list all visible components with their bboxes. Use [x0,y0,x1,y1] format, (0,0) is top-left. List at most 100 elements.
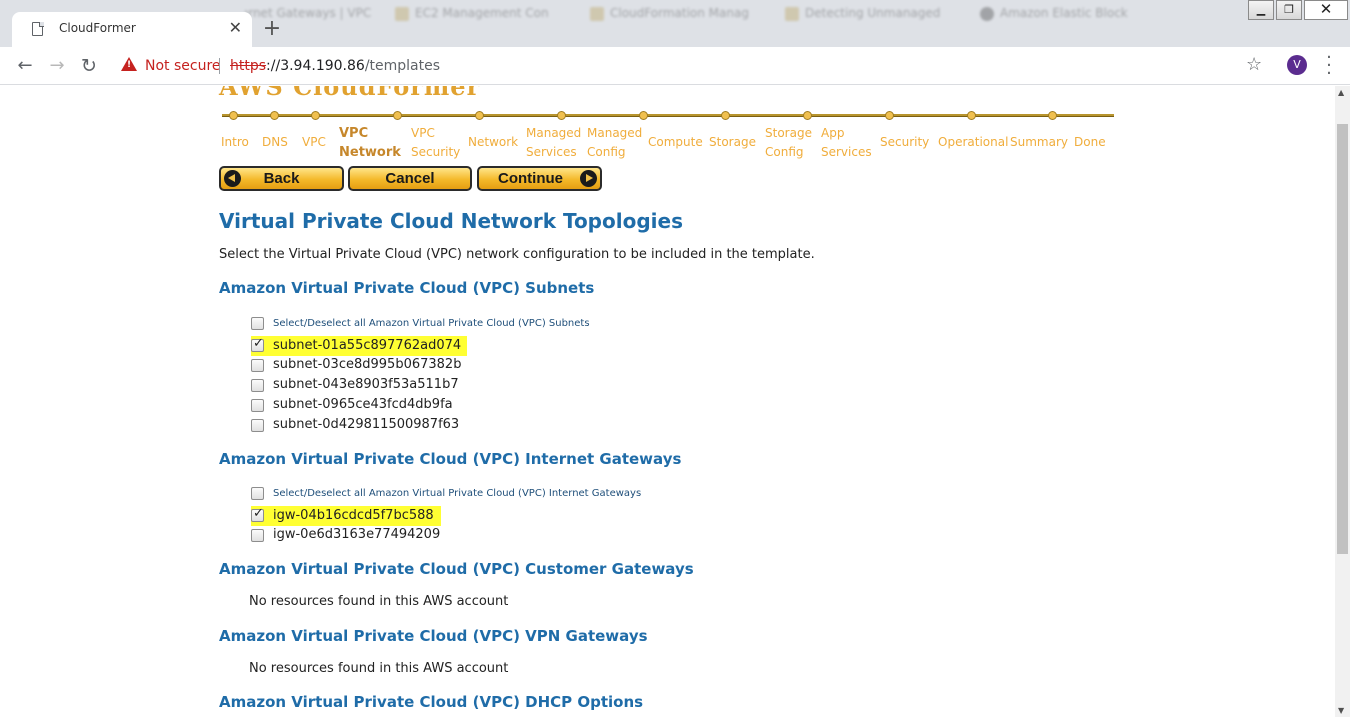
progress-dot [639,111,648,120]
subnet-checkbox[interactable] [251,399,264,412]
subnet-id: subnet-03ce8d995b067382b [273,357,462,372]
subnet-checkbox[interactable] [251,336,264,352]
scroll-up-icon[interactable]: ▲ [1338,88,1344,97]
background-tab[interactable]: EC2 Management Con [395,6,549,26]
step-dns[interactable]: DNS [262,133,288,152]
step-storage-config[interactable]: Storage Config [765,124,815,162]
close-window-button[interactable]: ✕ [1304,0,1348,20]
step-managed-services[interactable]: Managed Services [526,124,586,162]
igw-checkbox[interactable] [251,506,264,522]
subnet-id: subnet-043e8903f53a511b7 [273,377,459,392]
bookmark-star-icon[interactable]: ☆ [1246,54,1262,75]
browser-toolbar: ← → ↻ ! Not secure https://3.94.190.86/t… [0,47,1350,85]
back-arrow-icon[interactable]: ← [12,53,38,79]
subnet-checkbox[interactable] [251,359,264,372]
right-arrow-icon [580,170,597,187]
tab-close-icon[interactable]: ✕ [229,18,242,37]
step-vpc[interactable]: VPC [302,133,326,152]
tab-favicon-icon [785,6,799,21]
vertical-scrollbar[interactable]: ▲ ▼ [1335,86,1350,717]
select-all-checkbox[interactable] [251,487,264,500]
tab-title: CloudFormer [59,21,136,35]
step-vpc-security[interactable]: VPC Security [411,124,471,162]
progress-dot [270,111,279,120]
step-vpc-network[interactable]: VPC Network [339,124,409,162]
step-managed-config[interactable]: Managed Config [587,124,642,162]
background-tab[interactable]: Detecting Unmanaged [785,6,940,26]
vpngw-section-title: Amazon Virtual Private Cloud (VPC) VPN G… [219,627,648,645]
igw-id: igw-0e6d3163e77494209 [273,527,441,542]
continue-button-label: Continue [498,170,563,187]
page-viewport: AWS CloudFormer Intro DNS VPC VPC Networ… [0,86,1335,717]
igw-section-title: Amazon Virtual Private Cloud (VPC) Inter… [219,450,682,468]
background-tabs: Internet Gateways | VPC EC2 Management C… [245,6,1230,28]
progress-dot [803,111,812,120]
active-tab[interactable]: CloudFormer ✕ [12,12,252,47]
vpngw-empty-message: No resources found in this AWS account [249,661,509,676]
profile-avatar[interactable]: V [1287,55,1307,75]
progress-dot [967,111,976,120]
cgw-section-title: Amazon Virtual Private Cloud (VPC) Custo… [219,560,694,578]
select-all-label[interactable]: Select/Deselect all Amazon Virtual Priva… [273,488,641,499]
progress-dot [885,111,894,120]
step-app-services[interactable]: App Services [821,124,876,162]
page-title: Virtual Private Cloud Network Topologies [219,209,683,233]
step-network[interactable]: Network [468,133,518,152]
subnet-row[interactable]: subnet-01a55c897762ad074 [251,336,467,356]
wizard-steps: Intro DNS VPC VPC Network VPC Security N… [0,126,1335,166]
address-bar[interactable]: ! Not secure https://3.94.190.86/templat… [110,51,1280,81]
tab-favicon-icon [395,6,409,21]
progress-dot [311,111,320,120]
window-controls: ▁ ❐ ✕ [1248,0,1350,22]
forward-arrow-icon[interactable]: → [44,53,70,79]
security-label[interactable]: Not secure [145,58,221,74]
cancel-button-label: Cancel [385,170,435,187]
divider [219,58,220,74]
step-operational[interactable]: Operational [938,133,1008,152]
cancel-button[interactable]: Cancel [348,166,472,191]
step-done[interactable]: Done [1074,133,1106,152]
page-intro: Select the Virtual Private Cloud (VPC) n… [219,247,815,262]
subnet-id: subnet-0d429811500987f63 [273,417,460,432]
igw-id: igw-04b16cdcd5f7bc588 [273,508,434,523]
step-compute[interactable]: Compute [648,133,703,152]
step-summary[interactable]: Summary [1010,133,1068,152]
select-all-checkbox[interactable] [251,317,264,330]
back-button-label: Back [263,170,300,187]
page-icon [32,21,44,36]
new-tab-button[interactable]: + [258,16,286,44]
maximize-button[interactable]: ❐ [1276,0,1302,20]
igw-checkbox[interactable] [251,529,264,542]
progress-dot [721,111,730,120]
subnet-id: subnet-01a55c897762ad074 [273,338,462,353]
progress-dot [557,111,566,120]
igw-row[interactable]: igw-04b16cdcd5f7bc588 [251,506,441,526]
step-storage[interactable]: Storage [709,133,756,152]
tab-favicon-icon [980,6,994,21]
select-all-label[interactable]: Select/Deselect all Amazon Virtual Priva… [273,318,590,329]
subnets-section-title: Amazon Virtual Private Cloud (VPC) Subne… [219,279,595,297]
step-security[interactable]: Security [880,133,929,152]
scroll-down-icon[interactable]: ▼ [1338,706,1344,715]
warning-icon: ! [121,57,137,71]
tab-favicon-icon [590,6,604,21]
wizard-progress-track [222,111,1114,120]
minimize-button[interactable]: ▁ [1248,0,1274,20]
app-heading: AWS CloudFormer [219,86,481,101]
dhcp-section-title: Amazon Virtual Private Cloud (VPC) DHCP … [219,693,644,711]
step-intro[interactable]: Intro [221,133,249,152]
subnet-checkbox[interactable] [251,419,264,432]
scroll-thumb[interactable] [1337,124,1348,554]
subnet-id: subnet-0965ce43fcd4db9fa [273,397,453,412]
cgw-empty-message: No resources found in this AWS account [249,594,509,609]
reload-icon[interactable]: ↻ [76,53,102,79]
browser-tabstrip: Internet Gateways | VPC EC2 Management C… [0,0,1350,47]
url-text[interactable]: https://3.94.190.86/templates [230,58,440,74]
browser-menu-icon[interactable]: · · · [1322,49,1336,83]
back-button[interactable]: Back [219,166,344,191]
background-tab[interactable]: CloudFormation Manag [590,6,749,26]
background-tab[interactable]: Amazon Elastic Block [980,6,1128,26]
continue-button[interactable]: Continue [477,166,602,191]
subnet-checkbox[interactable] [251,379,264,392]
progress-dot [393,111,402,120]
